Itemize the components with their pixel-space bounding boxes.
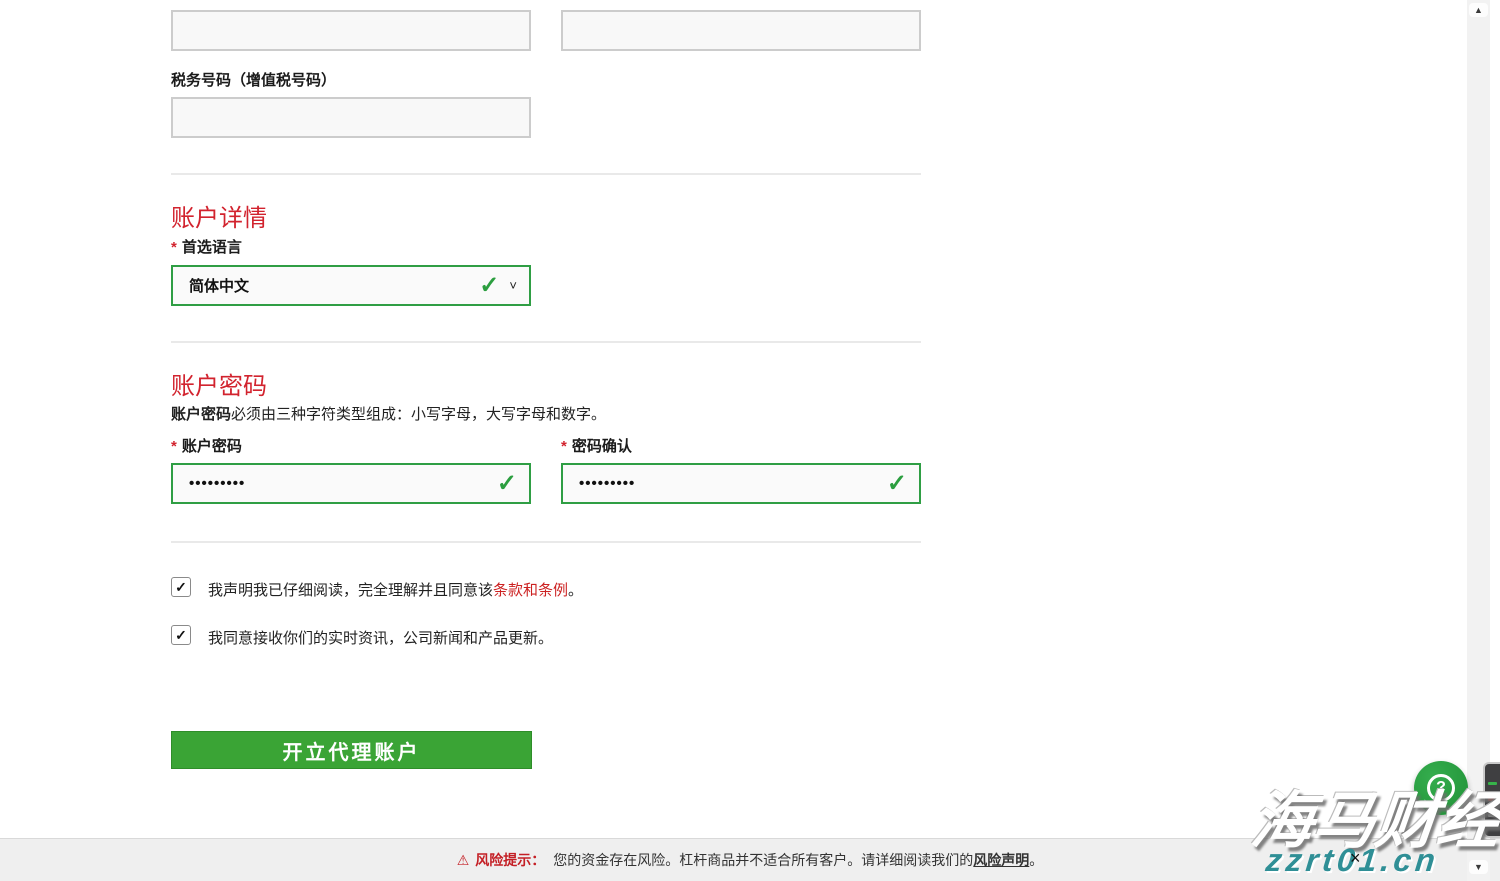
close-icon[interactable]: × <box>1350 848 1361 869</box>
scroll-up-button[interactable]: ▲ <box>1469 3 1488 17</box>
password-confirm-input[interactable]: ••••••••• ✓ <box>561 463 921 504</box>
vertical-scrollbar[interactable]: ▲ ▼ <box>1467 0 1490 881</box>
password-input[interactable]: ••••••••• ✓ <box>171 463 531 504</box>
risk-warning-label: 风险提示： <box>475 850 545 870</box>
risk-warning-bar: ⚠ 风险提示： 您的资金存在风险。杠杆商品并不适合所有客户。请详细阅读我们的风险… <box>0 838 1500 881</box>
language-selected-value: 简体中文 <box>189 275 479 296</box>
news-checkbox-label: 我同意接收你们的实时资讯，公司新闻和产品更新。 <box>208 627 553 648</box>
preferred-language-label: *首选语言 <box>171 236 242 257</box>
open-agent-account-button[interactable]: 开立代理账户 <box>171 731 532 769</box>
watermark-device-graphic <box>1483 762 1500 838</box>
valid-check-icon: ✓ <box>497 472 517 496</box>
help-chat-button[interactable]: ? <box>1414 761 1468 815</box>
password-label: *账户密码 <box>171 435 242 456</box>
password-section-heading: 账户密码 <box>171 366 267 401</box>
tax-number-label: 税务号码（增值税号码） <box>171 69 336 90</box>
chevron-down-icon: ˅ <box>509 279 517 292</box>
valid-check-icon: ✓ <box>887 472 907 496</box>
terms-link[interactable]: 条款和条例 <box>493 582 568 599</box>
risk-warning-text: 您的资金存在风险。杠杆商品并不适合所有客户。请详细阅读我们的 <box>553 850 973 870</box>
required-asterisk: * <box>171 239 177 256</box>
terms-checkbox[interactable]: ✓ <box>171 577 191 597</box>
divider <box>171 173 921 175</box>
password-masked-value: ••••••••• <box>189 475 497 492</box>
upper-left-input[interactable] <box>171 10 531 51</box>
upper-right-input[interactable] <box>561 10 921 51</box>
risk-statement-link[interactable]: 风险声明 <box>973 850 1029 870</box>
tax-number-input[interactable] <box>171 97 531 138</box>
question-mark-icon: ? <box>1427 774 1455 802</box>
account-details-heading: 账户详情 <box>171 198 267 233</box>
divider <box>171 341 921 343</box>
chat-bubble-tail <box>1423 799 1431 807</box>
scroll-down-button[interactable]: ▼ <box>1469 860 1488 874</box>
valid-check-icon: ✓ <box>479 274 499 298</box>
language-select[interactable]: 简体中文 ✓ ˅ <box>171 265 531 306</box>
terms-checkbox-label: 我声明我已仔细阅读，完全理解并且同意该条款和条例。 <box>208 579 583 600</box>
news-checkbox[interactable]: ✓ <box>171 625 191 645</box>
required-asterisk: * <box>561 438 567 455</box>
warning-triangle-icon: ⚠ <box>457 852 470 869</box>
divider <box>171 541 921 543</box>
password-rules-text: 账户密码必须由三种字符类型组成：小写字母，大写字母和数字。 <box>171 403 606 424</box>
password-confirm-masked-value: ••••••••• <box>579 475 887 492</box>
password-confirm-label: *密码确认 <box>561 435 632 456</box>
required-asterisk: * <box>171 438 177 455</box>
